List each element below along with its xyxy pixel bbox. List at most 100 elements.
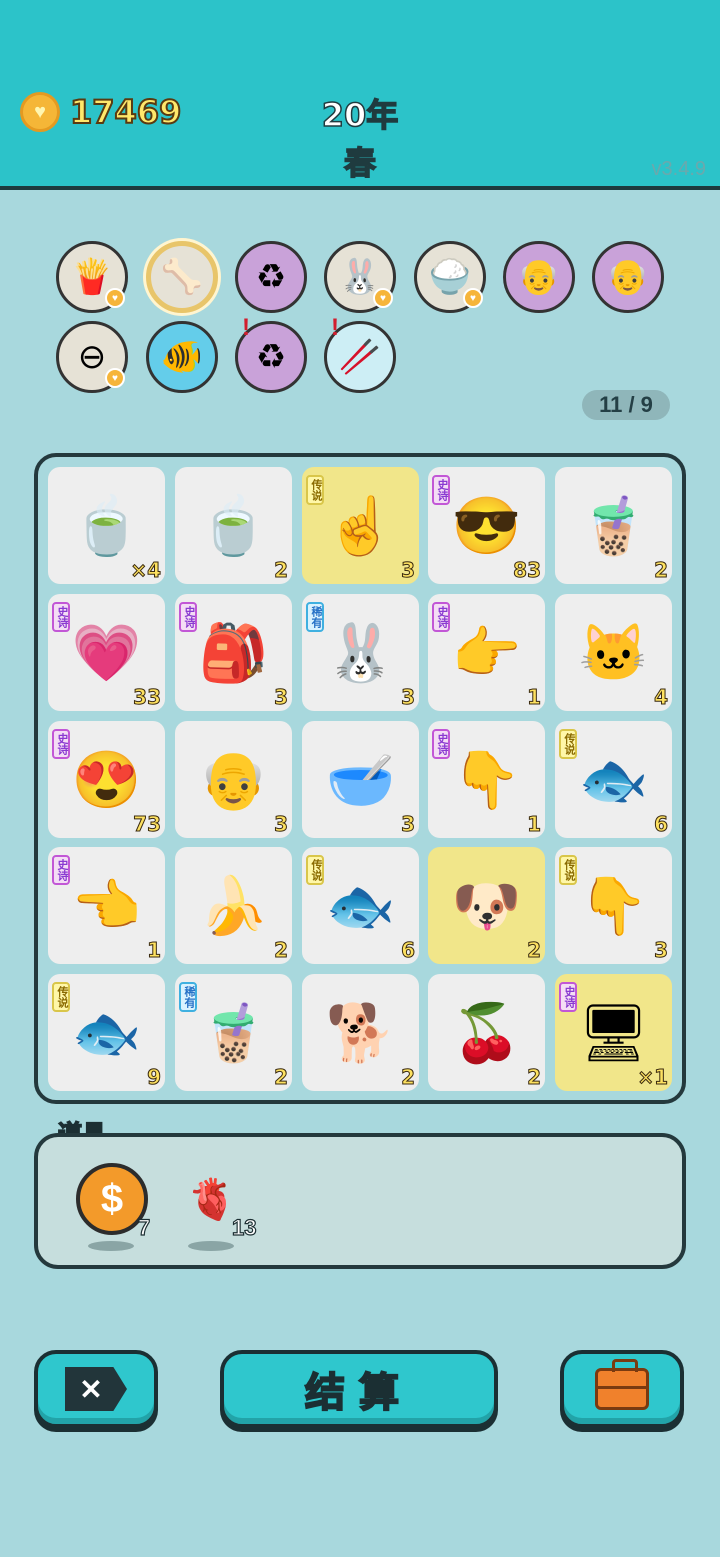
cell-cat[interactable]: 🐱 4 (555, 594, 672, 711)
settle-label: 结算 (304, 1369, 413, 1417)
rarity-badge: 稀有 (179, 982, 197, 1012)
rarity-badge: 史诗 (432, 602, 450, 632)
cell-quantity: 2 (527, 938, 542, 963)
item-board: 🍵 ×4 🍵 2 ☝ 传说 3 😎 史诗 83 🧋 2 💗 史诗 33 🎒 史诗 3 🐰 稀有 3 👉 史诗 1 🐱 4 😍 史诗 73… (34, 453, 686, 1104)
version-label: v3.4.9 (651, 158, 706, 180)
modifier-pet-bowl[interactable]: 🦴 (146, 241, 218, 313)
cell-quantity: 1 (527, 685, 542, 710)
cell-rabbit-bag[interactable]: 🎒 史诗 3 (175, 594, 292, 711)
cell-quantity: 73 (133, 812, 162, 837)
rarity-badge: 史诗 (52, 729, 70, 759)
modifier-rabbit[interactable]: 🐰 ♥ (324, 241, 396, 313)
cell-quantity: 2 (401, 1065, 416, 1090)
cell-koi-fish-2[interactable]: 🐟 传说 6 (302, 847, 419, 964)
cell-husky[interactable]: 🐕 2 (302, 974, 419, 1091)
cell-quantity: 6 (654, 812, 669, 837)
cell-quantity: 2 (527, 1065, 542, 1090)
settle-button[interactable]: 结算 (220, 1350, 498, 1428)
rarity-badge: 传说 (559, 855, 577, 885)
cell-quantity: 1 (147, 938, 162, 963)
rarity-badge: 传说 (306, 855, 324, 885)
modifier-chopsticks[interactable]: 🥢! (324, 314, 396, 393)
cell-rabbit[interactable]: 🐰 稀有 3 (302, 594, 419, 711)
cell-quantity: 2 (274, 1065, 289, 1090)
cell-cool-guy[interactable]: 😎 史诗 83 (428, 467, 545, 584)
cell-quantity: 3 (401, 558, 416, 583)
cell-gpu-card[interactable]: 🖥 史诗 ×1 (555, 974, 672, 1091)
cell-quantity: 6 (401, 938, 416, 963)
cell-quantity: 9 (147, 1065, 162, 1090)
season-label: 春 (343, 143, 377, 183)
close-icon: ✕ (65, 1367, 127, 1411)
cell-banana[interactable]: 🍌 2 (175, 847, 292, 964)
cell-quantity: 3 (274, 812, 289, 837)
rarity-badge: 传说 (306, 475, 324, 505)
cell-diagonal-hand[interactable]: 👈 史诗 1 (48, 847, 165, 964)
rarity-badge: 史诗 (52, 855, 70, 885)
cell-golden-down-hand[interactable]: 👇 传说 3 (555, 847, 672, 964)
prop-shadow (188, 1241, 234, 1251)
props-panel: $ 7 🫀 13 (34, 1133, 686, 1269)
rarity-badge: 史诗 (432, 729, 450, 759)
cell-grandpa[interactable]: 👴 3 (175, 721, 292, 838)
cell-bubble-tea-small[interactable]: 🧋 2 (555, 467, 672, 584)
cell-koi-fish[interactable]: 🐟 传说 6 (555, 721, 672, 838)
cell-quantity: 3 (654, 938, 669, 963)
cell-bubble-tea[interactable]: 🧋 稀有 2 (175, 974, 292, 1091)
modifier-multiplier-grandpa-2[interactable]: 👴 (592, 241, 664, 313)
cell-tea-bowl[interactable]: 🍵 ×4 (48, 467, 165, 584)
cell-pointing-hand[interactable]: 👉 史诗 1 (428, 594, 545, 711)
cell-quantity: 2 (274, 558, 289, 583)
coin-prop-count: 7 (137, 1214, 151, 1240)
cell-quantity: 1 (527, 812, 542, 837)
cell-heart-lady[interactable]: 💗 史诗 33 (48, 594, 165, 711)
rarity-badge: 史诗 (52, 602, 70, 632)
modifier-fish-tank[interactable]: 🐠 (146, 321, 218, 393)
cell-quantity: ×4 (130, 558, 162, 583)
cell-empty-bowl[interactable]: 🥣 3 (302, 721, 419, 838)
cell-quantity: 33 (133, 685, 162, 710)
cell-quantity: 83 (513, 558, 542, 583)
cell-tea-bag[interactable]: 🍵 2 (175, 467, 292, 584)
cell-down-hand[interactable]: 👇 史诗 1 (428, 721, 545, 838)
cell-quantity: 2 (274, 938, 289, 963)
modifier-recycle[interactable]: ♻ (235, 241, 307, 313)
cell-quantity: 4 (654, 685, 669, 710)
cell-cherries[interactable]: 🍒 2 (428, 974, 545, 1091)
rarity-badge: 史诗 (432, 475, 450, 505)
item-counter: 11 / 9 (582, 390, 670, 420)
heart-badge-icon: ♥ (105, 288, 125, 308)
modifier-recycle-2[interactable]: ♻! (235, 314, 307, 393)
exit-button[interactable]: ✕ (34, 1350, 158, 1428)
briefcase-icon (595, 1359, 649, 1410)
alert-icon: ! (331, 314, 339, 341)
cell-golden-finger[interactable]: ☝ 传说 3 (302, 467, 419, 584)
cell-love-guy[interactable]: 😍 史诗 73 (48, 721, 165, 838)
rarity-badge: 史诗 (559, 982, 577, 1012)
liver-prop-count: 13 (231, 1214, 257, 1240)
inventory-button[interactable] (560, 1350, 684, 1428)
rarity-badge: 稀有 (306, 602, 324, 632)
cell-quantity: 3 (401, 685, 416, 710)
cell-koi-fish-3[interactable]: 🐟 传说 9 (48, 974, 165, 1091)
rarity-badge: 史诗 (179, 602, 197, 632)
year-label: 20年 (321, 95, 399, 135)
heart-badge-icon: ♥ (373, 288, 393, 308)
cell-quantity: 3 (274, 685, 289, 710)
liver-prop[interactable]: 🫀 13 (176, 1163, 257, 1251)
cell-quantity: 3 (401, 812, 416, 837)
top-bar: ♥ 17469 20年 春 v3.4.9 (0, 0, 720, 190)
prop-shadow (88, 1241, 134, 1251)
heart-badge-icon: ♥ (105, 368, 125, 388)
rarity-badge: 传说 (559, 729, 577, 759)
modifier-minus[interactable]: ⊖ ♥ (56, 321, 128, 393)
cell-dog-gold[interactable]: 🐶 2 (428, 847, 545, 964)
modifier-fries[interactable]: 🍟 ♥ (56, 241, 128, 313)
rarity-badge: 传说 (52, 982, 70, 1012)
heart-badge-icon: ♥ (463, 288, 483, 308)
coin-prop[interactable]: $ 7 (76, 1163, 151, 1251)
modifier-rice-bowl[interactable]: 🍚 ♥ (414, 241, 486, 313)
cell-quantity: ×1 (637, 1065, 669, 1090)
modifier-multiplier-grandpa[interactable]: 👴 (503, 241, 575, 313)
alert-icon: ! (242, 314, 250, 341)
